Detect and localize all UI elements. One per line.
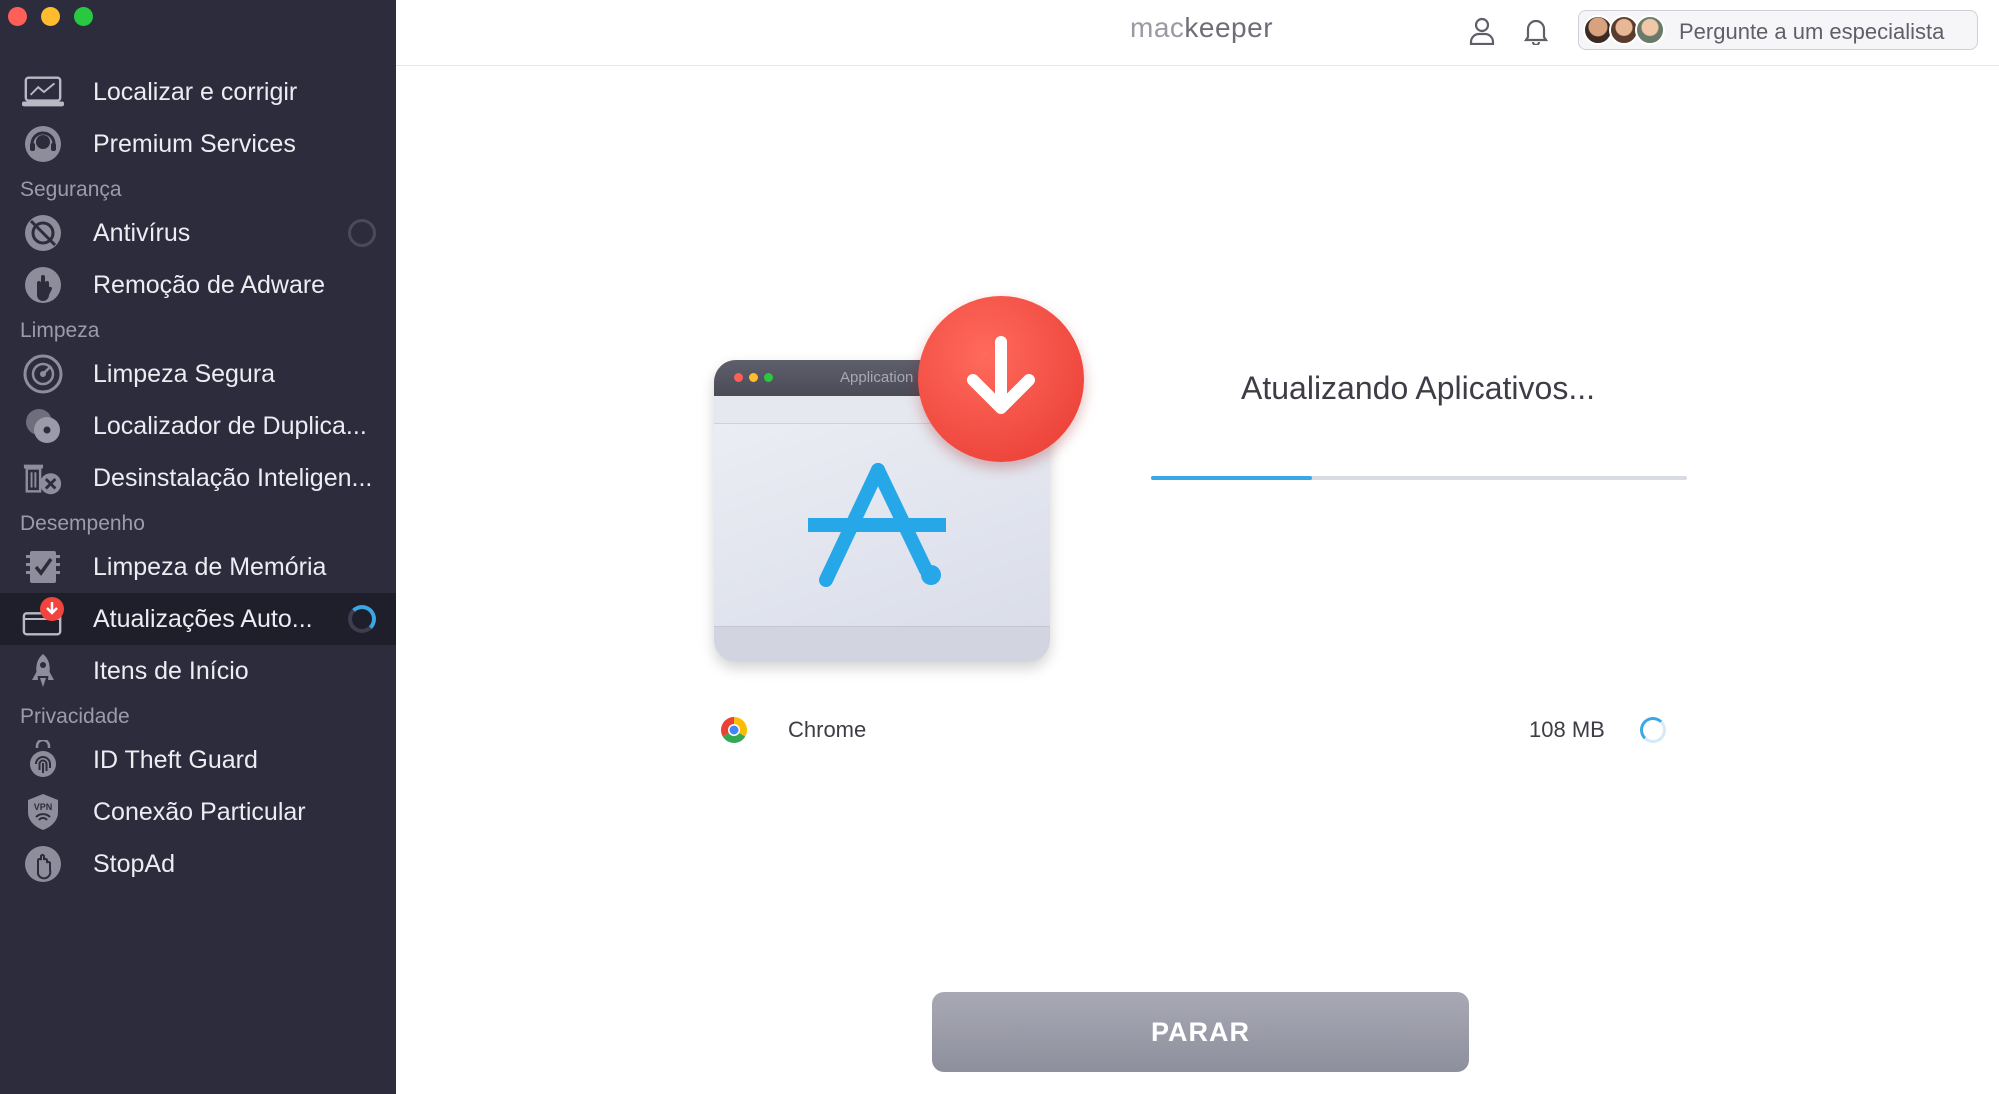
hand-stop-icon: [22, 265, 64, 305]
illustration-window-title: Application: [840, 369, 914, 386]
headset-icon: [22, 124, 64, 164]
sidebar-item-label: Premium Services: [93, 129, 296, 158]
sidebar-item-label: StopAd: [93, 849, 176, 878]
section-label-privacy: Privacidade: [20, 705, 130, 728]
update-progress-bar: [1151, 476, 1687, 480]
zoom-window-button[interactable]: [74, 7, 93, 26]
expert-avatars: [1583, 15, 1665, 45]
sidebar-item-stopad[interactable]: StopAd: [0, 838, 396, 890]
sidebar-item-antivirus[interactable]: Antivírus: [0, 207, 396, 259]
app-update-row: Chrome 108 MB: [714, 710, 1674, 750]
rocket-icon: [22, 651, 64, 691]
window-controls: [8, 7, 93, 26]
disk-clean-icon: [22, 354, 64, 394]
updates-progress-spinner: [348, 605, 376, 633]
app-size: 108 MB: [1529, 717, 1605, 742]
fingerprint-icon: [22, 740, 64, 780]
update-status-title: Atualizando Aplicativos...: [1241, 370, 1595, 406]
sidebar-item-find-and-fix[interactable]: Localizar e corrigir: [0, 66, 396, 118]
stopad-hand-icon: [22, 844, 64, 884]
bell-icon[interactable]: [1520, 14, 1552, 48]
sidebar-item-label: ID Theft Guard: [93, 745, 258, 774]
sidebar-item-label: Limpeza de Memória: [93, 552, 327, 581]
app-name: Chrome: [788, 717, 867, 742]
sidebar-item-safe-cleanup[interactable]: Limpeza Segura: [0, 348, 396, 400]
stop-button[interactable]: PARAR: [932, 992, 1469, 1072]
sidebar-item-label: Localizador de Duplica...: [93, 411, 367, 440]
svg-text:VPN: VPN: [34, 802, 53, 812]
sidebar: Localizar e corrigir Premium Services Se…: [0, 0, 396, 1094]
memory-check-icon: [22, 547, 64, 587]
sidebar-item-label: Conexão Particular: [93, 797, 306, 826]
app-store-icon: [806, 460, 956, 595]
duplicates-icon: [22, 406, 64, 446]
avatar: [1635, 15, 1665, 45]
sidebar-item-label: Atualizações Auto...: [93, 604, 313, 633]
section-label-security: Segurança: [20, 178, 122, 201]
mackeeper-logo: mackeeper: [1130, 12, 1274, 43]
sidebar-item-label: Itens de Início: [93, 656, 249, 685]
ask-expert-button[interactable]: Pergunte a um especialista: [1578, 10, 1978, 50]
update-alert-badge: [40, 597, 64, 621]
sidebar-item-private-connect[interactable]: VPN Conexão Particular: [0, 786, 396, 838]
section-label-cleaning: Limpeza: [20, 319, 100, 342]
download-icon: [918, 296, 1084, 462]
close-window-button[interactable]: [8, 7, 27, 26]
antivirus-status-indicator: [348, 219, 376, 247]
vpn-shield-icon: VPN: [22, 792, 64, 832]
sidebar-item-adware-removal[interactable]: Remoção de Adware: [0, 259, 396, 311]
sidebar-item-login-items[interactable]: Itens de Início: [0, 645, 396, 697]
laptop-scan-icon: [22, 72, 64, 112]
account-icon[interactable]: [1466, 14, 1498, 48]
sidebar-item-premium-services[interactable]: Premium Services: [0, 118, 396, 170]
minimize-window-button[interactable]: [41, 7, 60, 26]
app-update-spinner: [1640, 717, 1666, 743]
sidebar-item-smart-uninstaller[interactable]: Desinstalação Inteligen...: [0, 452, 396, 504]
sidebar-item-label: Localizar e corrigir: [93, 77, 298, 106]
sidebar-item-duplicates-finder[interactable]: Localizador de Duplica...: [0, 400, 396, 452]
update-progress-fill: [1151, 476, 1312, 480]
sidebar-item-label: Desinstalação Inteligen...: [93, 463, 373, 492]
sidebar-item-label: Limpeza Segura: [93, 359, 276, 388]
section-label-performance: Desempenho: [20, 512, 145, 535]
ask-expert-label: Pergunte a um especialista: [1679, 19, 1945, 44]
sidebar-item-memory-cleaner[interactable]: Limpeza de Memória: [0, 541, 396, 593]
sidebar-item-label: Antivírus: [93, 218, 191, 247]
uninstall-icon: [22, 458, 64, 498]
sidebar-item-id-theft-guard[interactable]: ID Theft Guard: [0, 734, 396, 786]
chrome-icon: [720, 716, 748, 744]
sidebar-item-label: Remoção de Adware: [93, 270, 326, 299]
top-bar: mackeeper Pergunte a um especialista: [396, 0, 1999, 66]
sidebar-item-auto-updates[interactable]: Atualizações Auto...: [0, 593, 396, 645]
illustration-footer: [714, 626, 1050, 662]
antivirus-icon: [22, 213, 64, 253]
